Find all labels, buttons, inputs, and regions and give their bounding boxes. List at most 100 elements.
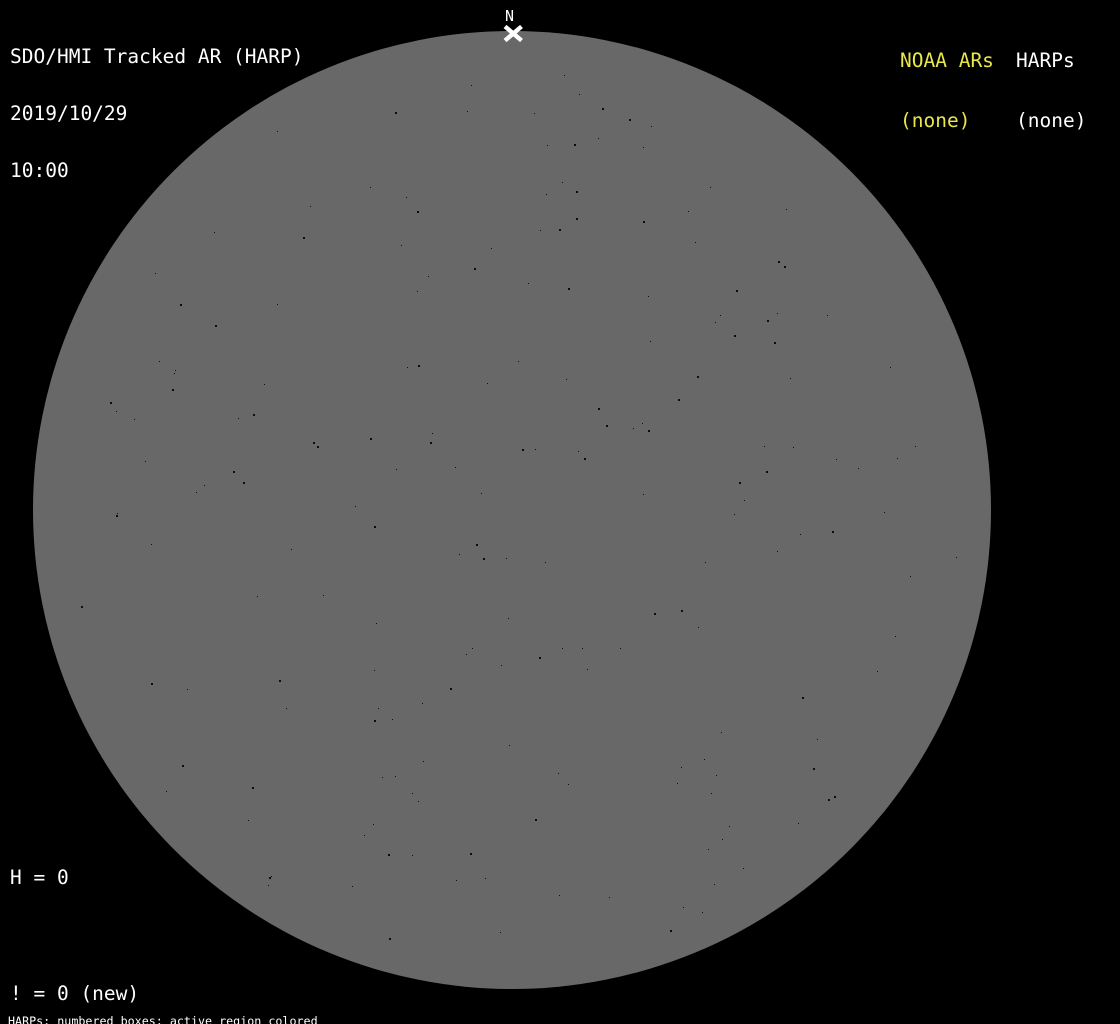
speckle-dot: [688, 210, 690, 212]
speckle-dot: [632, 427, 634, 429]
speckle-dot: [285, 707, 287, 709]
speckle-dot: [697, 627, 699, 629]
speckle-dot: [914, 446, 916, 448]
speckle-dot: [826, 315, 828, 316]
speckle-dot: [715, 774, 717, 776]
footnote-harps: HARPs: numbered boxes; active region col…: [8, 1014, 318, 1024]
speckle-dot: [793, 446, 795, 448]
speckle-dot: [268, 876, 271, 879]
speckle-dot: [431, 432, 433, 434]
noaa-ars-value: (none): [900, 109, 971, 132]
speckle-dot: [783, 265, 786, 268]
speckle-dot: [566, 378, 568, 380]
speckle-dot: [648, 430, 651, 433]
speckle-dot: [797, 822, 799, 824]
speckle-dot: [743, 868, 744, 870]
speckle-dot: [719, 314, 721, 316]
speckle-dot: [423, 761, 425, 763]
speckle-dot: [827, 799, 830, 802]
speckle-dot: [388, 938, 391, 941]
speckle-dot: [581, 648, 583, 650]
speckle-dot: [628, 118, 631, 121]
speckle-dot: [268, 884, 270, 886]
speckle-dot: [271, 875, 273, 877]
speckle-dot: [396, 468, 398, 470]
speckle-dot: [411, 792, 413, 794]
noaa-ars-panel: NOAA ARs (none): [900, 11, 994, 171]
harp-count-label: H = 0: [10, 866, 69, 889]
speckle-dot: [373, 823, 374, 825]
speckle-dot: [174, 373, 176, 375]
speckle-dot: [743, 500, 745, 502]
speckle-dot: [507, 618, 509, 620]
speckle-dot: [575, 191, 578, 194]
speckle-dot: [654, 613, 656, 616]
speckle-dot: [483, 557, 486, 560]
speckle-dot: [535, 448, 536, 450]
speckle-dot: [894, 635, 896, 637]
speckle-dot: [540, 229, 542, 231]
speckle-dot: [561, 181, 563, 183]
speckle-dot: [417, 210, 420, 213]
speckle-dot: [391, 719, 393, 721]
speckle-dot: [678, 398, 681, 401]
harps-label: HARPs: [1016, 49, 1075, 72]
speckle-dot: [774, 341, 776, 344]
speckle-dot: [165, 790, 167, 792]
speckle-dot: [789, 377, 791, 379]
speckle-dot: [714, 884, 716, 886]
speckle-dot: [568, 288, 570, 291]
speckle-dot: [584, 458, 586, 461]
harp-tracking-image: SDO/HMI Tracked AR (HARP) 2019/10/29 10:…: [0, 0, 1120, 1024]
speckle-dot: [801, 697, 804, 700]
speckle-dot: [620, 648, 621, 649]
speckle-dot: [109, 402, 112, 405]
speckle-dot: [405, 196, 407, 198]
speckle-dot: [303, 237, 306, 240]
speckle-dot: [909, 575, 911, 577]
speckle-dot: [538, 657, 541, 660]
date-label: 2019/10/29: [10, 102, 128, 125]
speckle-dot: [256, 596, 258, 598]
speckle-dot: [455, 467, 457, 469]
speckle-dot: [370, 187, 372, 189]
speckle-dot: [407, 366, 409, 368]
speckle-dot: [316, 446, 319, 449]
speckle-dot: [642, 147, 644, 149]
speckle-dot: [568, 783, 570, 785]
speckle-dot: [473, 268, 476, 271]
speckle-dot: [800, 533, 801, 535]
speckle-dot: [213, 231, 215, 233]
speckle-dot: [369, 437, 372, 440]
speckle-dot: [704, 758, 706, 760]
speckle-dot: [562, 648, 564, 650]
speckle-dot: [401, 244, 402, 246]
speckle-dot: [890, 366, 892, 368]
footnotes: HARPs: numbered boxes; active region col…: [8, 991, 416, 1024]
speckle-dot: [896, 458, 898, 460]
speckle-dot: [499, 932, 501, 934]
speckle-dot: [545, 193, 547, 195]
speckle-dot: [785, 209, 787, 210]
speckle-dot: [486, 382, 488, 384]
speckle-dot: [422, 702, 424, 704]
speckle-dot: [883, 512, 885, 514]
north-cross-icon: [503, 24, 523, 43]
speckle-dot: [733, 335, 736, 338]
speckle-dot: [490, 247, 492, 249]
speckle-dot: [387, 854, 390, 856]
speckle-dot: [681, 766, 683, 768]
speckle-dot: [279, 680, 281, 683]
speckle-dot: [694, 242, 696, 244]
speckle-dot: [518, 361, 520, 363]
speckle-dot: [557, 772, 559, 774]
speckle-dot: [412, 854, 414, 856]
speckle-dot: [642, 220, 645, 223]
speckle-dot: [767, 320, 770, 323]
speckle-dot: [204, 485, 206, 487]
speckle-dot: [836, 459, 838, 461]
speckle-dot: [533, 113, 535, 115]
speckle-dot: [471, 648, 473, 650]
speckle-dot: [545, 561, 547, 563]
speckle-dot: [701, 912, 703, 914]
